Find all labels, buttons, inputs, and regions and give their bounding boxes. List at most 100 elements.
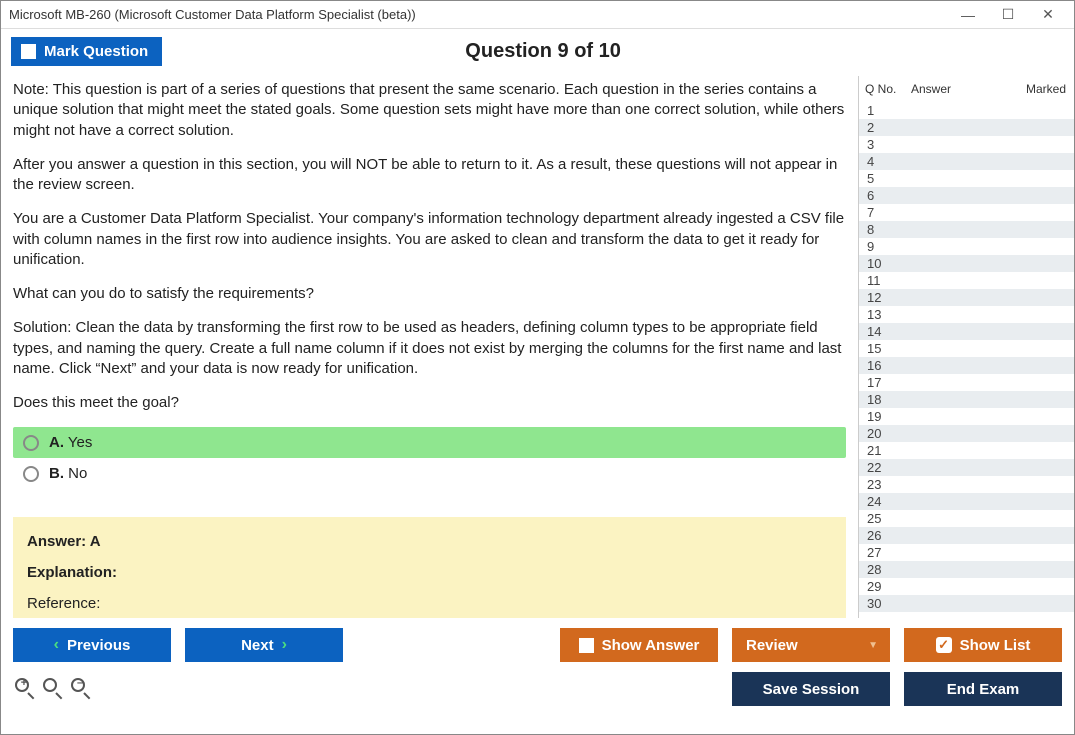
- row-number: 28: [867, 562, 901, 577]
- question-pane[interactable]: Note: This question is part of a series …: [1, 76, 858, 618]
- question-paragraph: Does this meet the goal?: [13, 393, 846, 413]
- mark-question-button[interactable]: Mark Question: [11, 37, 162, 66]
- col-qno: Q No.: [865, 82, 907, 96]
- row-number: 12: [867, 290, 901, 305]
- row-number: 21: [867, 443, 901, 458]
- row-number: 14: [867, 324, 901, 339]
- question-list-row[interactable]: 13: [859, 306, 1074, 323]
- question-list-row[interactable]: 7: [859, 204, 1074, 221]
- checkbox-icon: [21, 44, 36, 59]
- row-number: 30: [867, 596, 901, 611]
- row-number: 13: [867, 307, 901, 322]
- question-list-row[interactable]: 28: [859, 561, 1074, 578]
- question-paragraph: You are a Customer Data Platform Special…: [13, 209, 846, 270]
- show-list-label: Show List: [960, 637, 1031, 654]
- question-list-row[interactable]: 29: [859, 578, 1074, 595]
- question-list-row[interactable]: 1: [859, 102, 1074, 119]
- question-paragraph: Solution: Clean the data by transforming…: [13, 318, 846, 379]
- chevron-right-icon: ›: [282, 636, 287, 654]
- question-list-row[interactable]: 27: [859, 544, 1074, 561]
- footer: ‹ Previous Next › Show Answer Review ▼ ✓…: [1, 618, 1074, 714]
- question-list-row[interactable]: 14: [859, 323, 1074, 340]
- next-button[interactable]: Next ›: [185, 628, 343, 662]
- question-list-row[interactable]: 16: [859, 357, 1074, 374]
- review-dropdown[interactable]: Review ▼: [732, 628, 890, 662]
- question-list-row[interactable]: 6: [859, 187, 1074, 204]
- row-number: 11: [867, 273, 901, 288]
- question-list-row[interactable]: 11: [859, 272, 1074, 289]
- explanation-label: Explanation:: [27, 564, 832, 581]
- end-exam-button[interactable]: End Exam: [904, 672, 1062, 706]
- question-list-row[interactable]: 22: [859, 459, 1074, 476]
- question-list-row[interactable]: 9: [859, 238, 1074, 255]
- row-number: 6: [867, 188, 901, 203]
- header: Mark Question Question 9 of 10: [1, 29, 1074, 76]
- question-paragraph: After you answer a question in this sect…: [13, 155, 846, 196]
- close-icon[interactable]: ✕: [1028, 3, 1068, 27]
- save-session-label: Save Session: [763, 681, 860, 698]
- chevron-down-icon: ▼: [868, 640, 878, 651]
- question-list-row[interactable]: 5: [859, 170, 1074, 187]
- question-list-row[interactable]: 26: [859, 527, 1074, 544]
- question-list-row[interactable]: 30: [859, 595, 1074, 612]
- zoom-reset-icon[interactable]: [43, 678, 65, 700]
- zoom-in-icon[interactable]: +: [15, 678, 37, 700]
- question-list-row[interactable]: 2: [859, 119, 1074, 136]
- question-list-row[interactable]: 24: [859, 493, 1074, 510]
- save-session-button[interactable]: Save Session: [732, 672, 890, 706]
- row-number: 23: [867, 477, 901, 492]
- answer-option[interactable]: B. No: [13, 458, 846, 489]
- zoom-controls: + –: [13, 678, 93, 700]
- window-titlebar: Microsoft MB-260 (Microsoft Customer Dat…: [1, 1, 1074, 29]
- row-number: 10: [867, 256, 901, 271]
- row-number: 25: [867, 511, 901, 526]
- answer-explanation-box: Answer: A Explanation: Reference: https:…: [13, 517, 846, 618]
- window-title: Microsoft MB-260 (Microsoft Customer Dat…: [9, 7, 416, 22]
- question-list-row[interactable]: 21: [859, 442, 1074, 459]
- question-list-row[interactable]: 3: [859, 136, 1074, 153]
- question-list-row[interactable]: 12: [859, 289, 1074, 306]
- question-list-row[interactable]: 8: [859, 221, 1074, 238]
- question-paragraph: What can you do to satisfy the requireme…: [13, 284, 846, 304]
- reference-label: Reference:: [27, 595, 832, 612]
- question-list-row[interactable]: 4: [859, 153, 1074, 170]
- question-list-row[interactable]: 10: [859, 255, 1074, 272]
- question-list-row[interactable]: 19: [859, 408, 1074, 425]
- question-list-row[interactable]: 25: [859, 510, 1074, 527]
- row-number: 5: [867, 171, 901, 186]
- review-label: Review: [746, 637, 798, 654]
- row-number: 7: [867, 205, 901, 220]
- check-icon: ✓: [936, 637, 952, 653]
- question-list-row[interactable]: 20: [859, 425, 1074, 442]
- question-list-row[interactable]: 15: [859, 340, 1074, 357]
- zoom-out-icon[interactable]: –: [71, 678, 93, 700]
- row-number: 19: [867, 409, 901, 424]
- previous-button[interactable]: ‹ Previous: [13, 628, 171, 662]
- radio-icon: [23, 466, 39, 482]
- row-number: 4: [867, 154, 901, 169]
- col-marked: Marked: [1011, 82, 1066, 96]
- show-answer-button[interactable]: Show Answer: [560, 628, 718, 662]
- show-list-button[interactable]: ✓ Show List: [904, 628, 1062, 662]
- option-text: Yes: [68, 434, 92, 451]
- row-number: 15: [867, 341, 901, 356]
- checkbox-icon: [579, 638, 594, 653]
- row-number: 8: [867, 222, 901, 237]
- col-answer: Answer: [907, 82, 1011, 96]
- option-text: No: [68, 465, 87, 482]
- question-list-row[interactable]: 23: [859, 476, 1074, 493]
- question-list-header: Q No. Answer Marked: [859, 76, 1074, 102]
- row-number: 24: [867, 494, 901, 509]
- question-list-row[interactable]: 17: [859, 374, 1074, 391]
- row-number: 18: [867, 392, 901, 407]
- row-number: 16: [867, 358, 901, 373]
- mark-question-label: Mark Question: [44, 43, 148, 60]
- row-number: 2: [867, 120, 901, 135]
- minimize-icon[interactable]: —: [948, 3, 988, 27]
- maximize-icon[interactable]: ☐: [988, 3, 1028, 27]
- answer-option[interactable]: A. Yes: [13, 427, 846, 458]
- question-list[interactable]: 1234567891011121314151617181920212223242…: [859, 102, 1074, 618]
- row-number: 17: [867, 375, 901, 390]
- end-exam-label: End Exam: [947, 681, 1020, 698]
- question-list-row[interactable]: 18: [859, 391, 1074, 408]
